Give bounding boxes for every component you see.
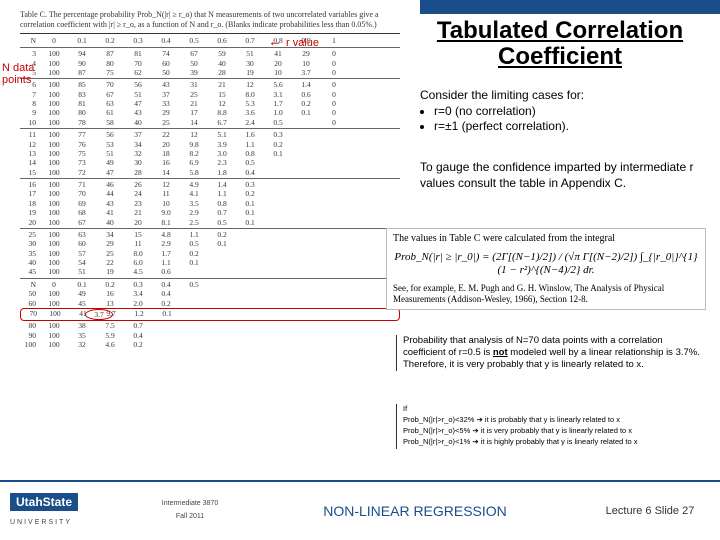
prob-p2: Therefore, it is very probably that y is… [403,359,706,371]
consider-block: Consider the limiting cases for: r=0 (no… [420,88,700,135]
correlation-table: N00.10.20.30.40.50.60.70.80.913100948781… [20,33,400,350]
slide-title: Tabulated Correlation Coefficient [420,18,700,71]
logo-text: UtahState [10,493,78,511]
integral-reference: See, for example, E. M. Pugh and G. H. W… [393,283,699,305]
gauge-text: To gauge the confidence imparted by inte… [420,160,700,191]
integral-formula: Prob_N(|r| ≥ |r_0|) = (2Γ[(N−1)/2]) / (√… [393,245,699,283]
if-l1a: Prob_N(|r|>r_o)<32% [403,415,477,424]
n-data-annotation: N data points [2,62,40,86]
slide-number: Lecture 6 Slide 27 [580,505,720,517]
if-thresholds: If Prob_N(|r|>r_o)<32% ➔ it is probably … [396,404,706,449]
probability-explanation: Probability that analysis of N=70 data p… [396,335,706,371]
logo-subtext: UNIVERSITY [10,519,72,526]
header-accent-bar [420,0,720,14]
course-info: Intermediate 3870 Fall 2011 [130,498,250,523]
university-logo: UtahState UNIVERSITY [0,493,130,529]
consider-intro: Consider the limiting cases for: [420,88,700,104]
course-term: Fall 2011 [130,511,250,524]
bullet-r0: r=0 (no correlation) [434,104,700,120]
footer-bar: UtahState UNIVERSITY Intermediate 3870 F… [0,480,720,540]
if-l2a: Prob_N(|r|>r_o)<5% [403,426,472,435]
integral-intro: The values in Table C were calculated fr… [393,233,699,245]
if-l2b: it is very probably that y is linearly r… [479,426,632,435]
if-header: If [403,404,706,414]
course-code: Intermediate 3870 [130,498,250,511]
table-caption: Table C. The percentage probability Prob… [20,10,400,29]
integral-block: The values in Table C were calculated fr… [386,228,706,310]
if-l1b: it is probably that y is linearly relate… [483,415,620,424]
if-l3b: it is highly probably that y is linearly… [479,437,638,446]
prob-not: not [493,347,508,358]
prob-p1c: modeled well by a linear relationship is… [508,347,700,358]
bullet-r1: r=±1 (perfect correlation). [434,119,700,135]
footer-title: NON-LINEAR REGRESSION [250,503,580,519]
r-value-annotation: r value [268,33,319,49]
if-l3a: Prob_N(|r|>r_o)<1% [403,437,472,446]
table-c-area: Table C. The percentage probability Prob… [20,10,400,460]
